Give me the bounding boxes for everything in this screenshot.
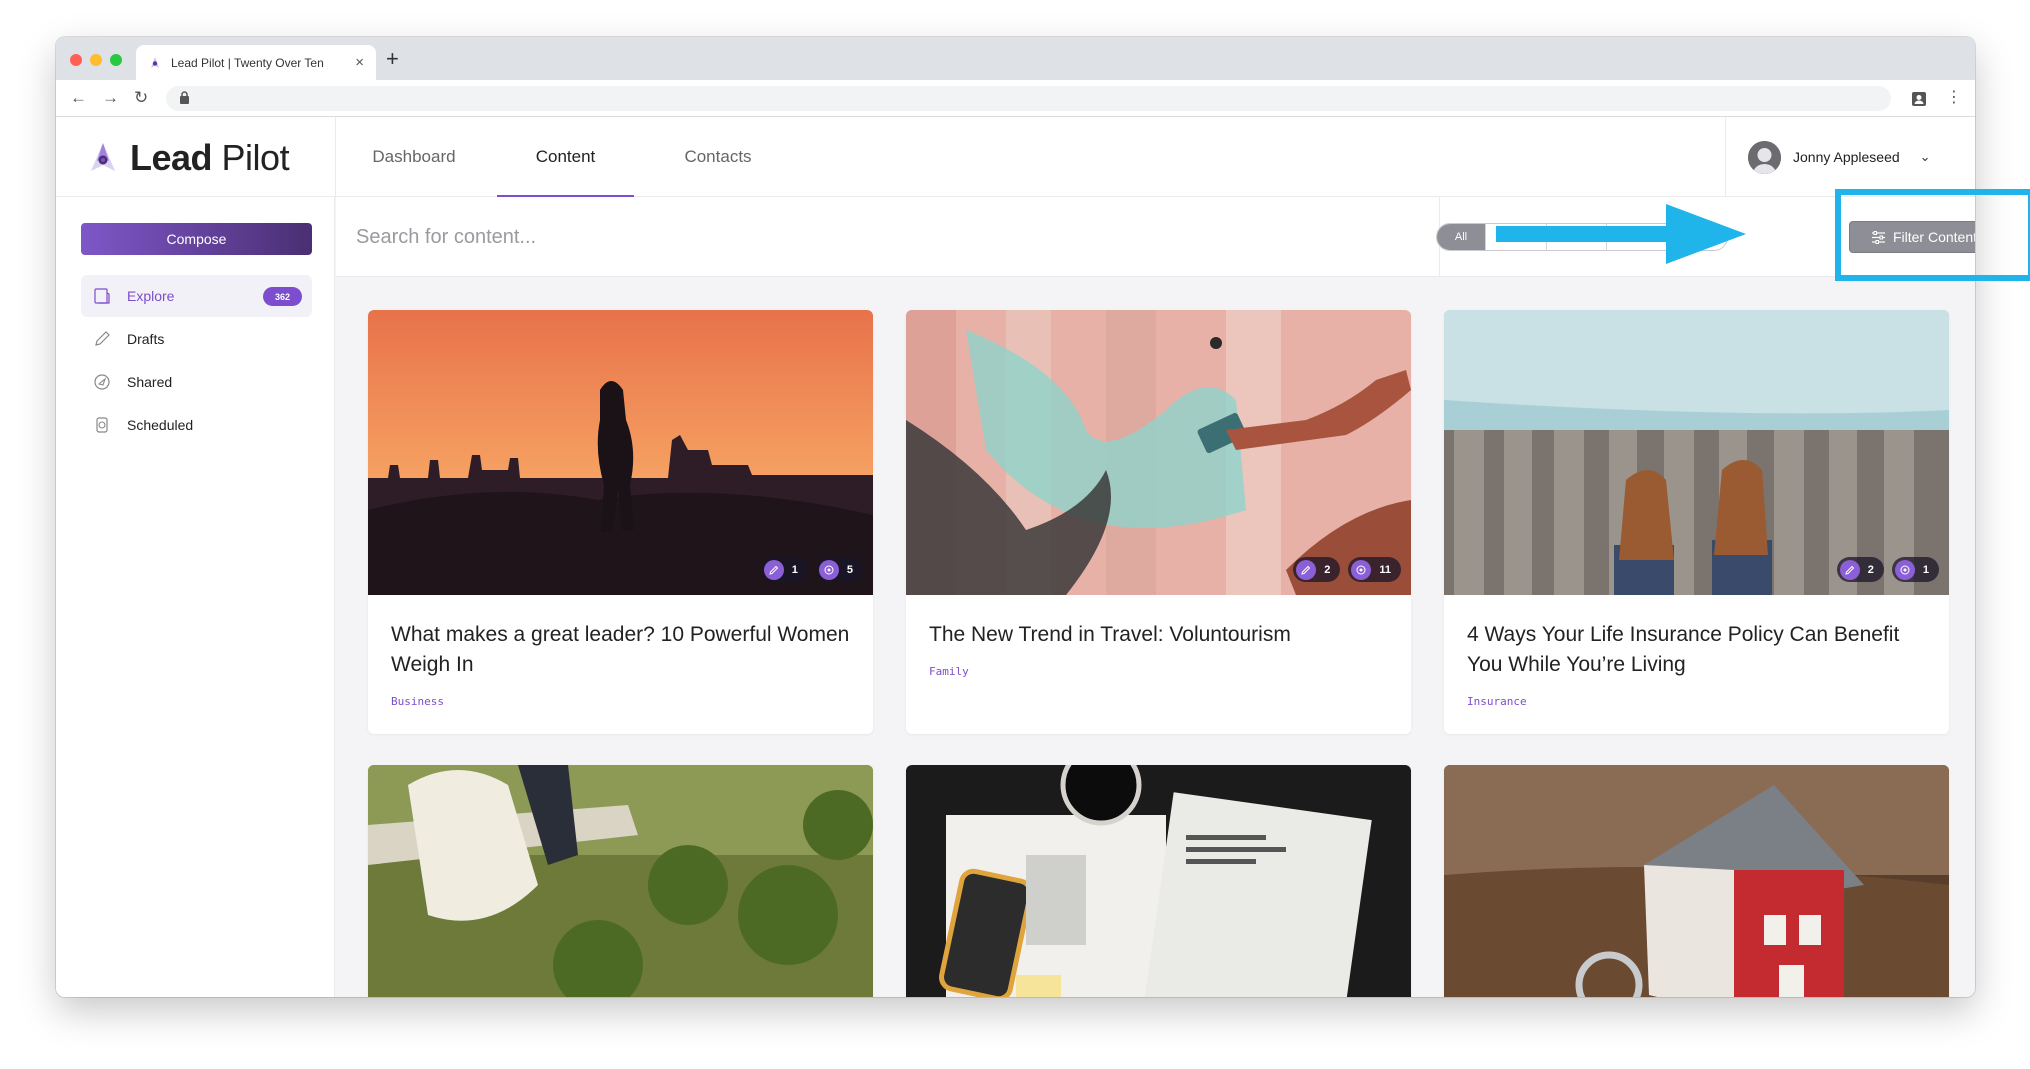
sidebar-item-label: Explore [127,288,175,304]
browser-toolbar: ← → ↻ ⋮ [56,80,1975,117]
share-icon [1351,559,1372,580]
card-stats: 1 5 [760,557,863,582]
browser-tabstrip: Lead Pilot | Twenty Over Ten × + [56,37,1975,80]
shared-icon [94,374,110,390]
logo-text: Lead Pilot [130,137,290,178]
user-menu[interactable]: Jonny Appleseed ⌄ [1748,117,1931,197]
card-title[interactable]: What makes a great leader? 10 Powerful W… [391,620,851,680]
sidebar: Compose Explore 362 Drafts Shared Schedu… [56,197,335,997]
card-tag: Business [391,695,444,708]
header-divider [335,117,336,197]
share-icon [818,559,839,580]
sidebar-item-explore[interactable]: Explore 362 [81,275,312,317]
sidebar-item-label: Scheduled [127,417,194,433]
wedding-couple-image [368,765,873,997]
tab-contacts[interactable]: Contacts [659,117,777,197]
clock-icon [96,417,108,433]
tab-close-icon[interactable]: × [355,54,364,71]
new-tab-button[interactable]: + [386,46,399,72]
sidebar-item-shared[interactable]: Shared [81,361,312,403]
card-title[interactable]: The New Trend in Travel: Voluntourism [929,620,1389,650]
compose-button[interactable]: Compose [81,223,312,255]
sidebar-item-drafts[interactable]: Drafts [81,318,312,360]
content-card[interactable] [906,765,1411,997]
boots-on-dock-image [1444,310,1949,595]
user-name: Jonny Appleseed [1793,149,1900,165]
sidebar-item-label: Drafts [127,331,165,347]
pencil-icon [763,559,784,580]
app-header: Lead Pilot Dashboard Content Contacts Jo… [56,117,1975,197]
maximize-window-button[interactable] [110,54,122,66]
painting-wall-image [906,310,1411,595]
minimize-window-button[interactable] [90,54,102,66]
shares-badge: 11 [1348,557,1401,582]
card-title[interactable]: 4 Ways Your Life Insurance Policy Can Be… [1467,620,1927,680]
pencil-icon [1839,559,1860,580]
content-card[interactable] [368,765,873,997]
content-card[interactable]: 2 11 The New Trend in Travel: Voluntouri… [906,310,1411,734]
pencil-icon [1296,559,1317,580]
close-window-button[interactable] [70,54,82,66]
search-input[interactable] [356,217,1116,257]
edits-badge: 1 [760,557,808,582]
lead-pilot-logo[interactable]: Lead Pilot [86,137,290,179]
edits-badge: 2 [1293,557,1341,582]
city-sunset-image [368,310,873,595]
reload-icon[interactable]: ↻ [134,86,148,110]
tax-documents-image [906,765,1411,997]
shares-badge: 1 [1891,557,1939,582]
browser-tab[interactable]: Lead Pilot | Twenty Over Ten × [136,45,376,80]
rocket-logo-icon [91,143,115,171]
lock-icon [180,91,189,104]
sidebar-item-label: Shared [127,374,173,390]
profile-icon[interactable] [1911,91,1927,107]
address-bar[interactable] [166,86,1891,111]
content-card[interactable]: 1 5 What makes a great leader? 10 Powerf… [368,310,873,734]
back-arrow-icon[interactable]: ← [70,86,87,110]
filter-highlight-box [1835,189,2030,281]
tab-dashboard[interactable]: Dashboard [356,117,472,197]
callout-arrow-icon [1496,204,1746,264]
avatar [1748,140,1781,174]
content-card[interactable]: 2 1 4 Ways Your Life Insurance Policy Ca… [1444,310,1949,734]
edits-badge: 2 [1836,557,1884,582]
browser-menu-icon[interactable]: ⋮ [1946,86,1962,110]
shares-badge: 5 [815,557,863,582]
browser-window: Lead Pilot | Twenty Over Ten × + ← → ↻ ⋮ [56,37,1975,997]
count-badge: 362 [263,287,302,306]
chevron-down-icon: ⌄ [1919,149,1931,164]
content-card[interactable] [1444,765,1949,997]
header-divider [1725,117,1726,197]
card-stats: 2 1 [1836,557,1939,582]
rocket-favicon-icon [151,56,159,68]
tab-title: Lead Pilot | Twenty Over Ten [171,55,324,70]
pencil-icon [95,331,110,346]
forward-arrow-icon[interactable]: → [102,86,119,110]
card-tag: Insurance [1467,695,1527,708]
sidebar-item-scheduled[interactable]: Scheduled [81,404,312,446]
explore-icon [94,288,110,304]
share-icon [1894,559,1915,580]
card-tag: Family [929,665,969,678]
house-keys-image [1444,765,1949,997]
card-stats: 2 11 [1293,557,1401,582]
segment-all-button[interactable]: All [1437,224,1485,250]
tab-content[interactable]: Content [497,117,634,197]
